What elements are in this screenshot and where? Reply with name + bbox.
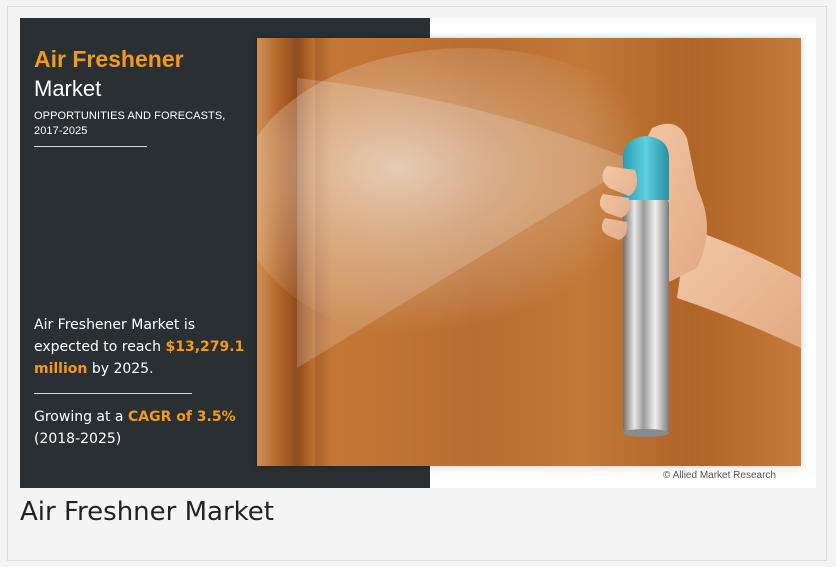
title-main: Market — [34, 76, 102, 101]
cagr-period: (2018-2025) — [34, 431, 122, 447]
spray-can — [623, 198, 669, 433]
image-caption: Air Freshner Market — [20, 497, 274, 527]
market-size-statement: Air Freshener Market is expected to reac… — [34, 314, 264, 380]
subtitle: OPPORTUNITIES AND FORECASTS, 2017-2025 — [34, 110, 226, 137]
divider — [34, 393, 192, 394]
spray-illustration — [257, 48, 801, 437]
stat-suffix: by 2025. — [87, 361, 154, 377]
can-bottom — [623, 429, 669, 437]
title-accent: Air Freshener — [34, 46, 184, 72]
divider — [34, 146, 147, 147]
air-freshener-photo — [257, 38, 801, 466]
cagr-value: CAGR of 3.5% — [127, 409, 236, 425]
cagr-statement: Growing at a CAGR of 3.5% (2018-2025) — [34, 406, 264, 450]
copyright-credit: © Allied Market Research — [663, 470, 776, 481]
market-infographic[interactable]: Air Freshener Market OPPORTUNITIES AND F… — [20, 18, 816, 488]
cagr-prefix: Growing at a — [34, 409, 128, 425]
